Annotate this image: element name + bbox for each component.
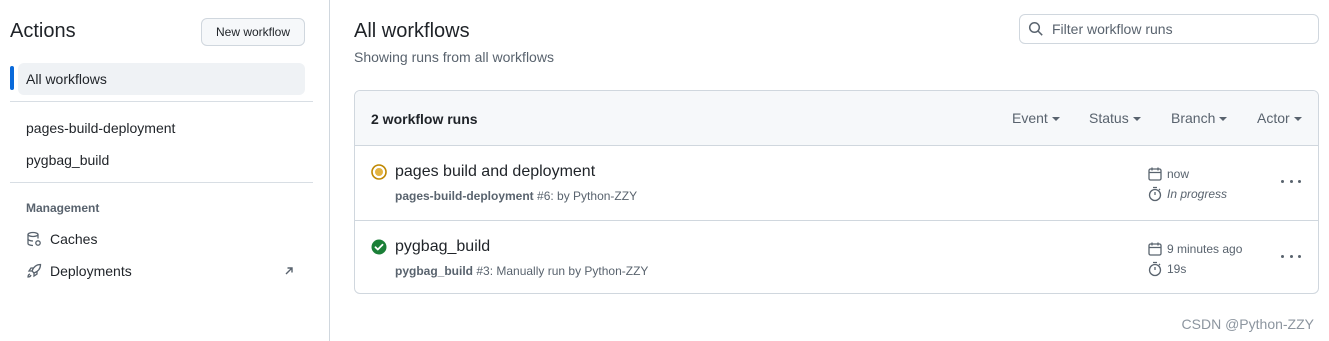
run-duration: 19s — [1147, 261, 1186, 277]
active-indicator — [10, 66, 14, 90]
in-progress-status-icon — [371, 164, 387, 180]
run-timestamp: now — [1147, 166, 1189, 182]
caret-down-icon — [1293, 117, 1302, 121]
caret-down-icon — [1051, 117, 1060, 121]
workflow-runs-list: 2 workflow runs Event Status Branch Acto… — [354, 90, 1319, 294]
status-filter-label: Status — [1089, 110, 1129, 126]
branch-filter-label: Branch — [1171, 110, 1216, 126]
branch-filter-dropdown[interactable]: Branch — [1171, 110, 1228, 126]
status-filter-dropdown[interactable]: Status — [1089, 110, 1141, 126]
run-title[interactable]: pages build and deployment — [395, 163, 595, 181]
runs-count: 2 workflow runs — [371, 111, 478, 127]
run-options-kebab-icon[interactable] — [1281, 173, 1301, 189]
event-filter-label: Event — [1012, 110, 1048, 126]
sidebar-divider — [10, 182, 313, 183]
run-detail: #3: Manually run by Python-ZZY — [476, 264, 649, 278]
run-when: 9 minutes ago — [1167, 242, 1243, 256]
management-heading: Management — [26, 201, 100, 215]
sidebar-item-pygbag-build[interactable]: pygbag_build — [26, 152, 109, 168]
run-duration-text: In progress — [1167, 187, 1228, 201]
sidebar-item-deployments[interactable]: Deployments — [26, 263, 132, 279]
search-icon — [1028, 21, 1043, 36]
runs-list-header: 2 workflow runs Event Status Branch Acto… — [355, 91, 1318, 146]
event-filter-dropdown[interactable]: Event — [1012, 110, 1060, 126]
sidebar-item-caches[interactable]: Caches — [26, 231, 97, 247]
run-detail: #6: by Python-ZZY — [537, 189, 638, 203]
run-duration: In progress — [1147, 186, 1227, 202]
watermark: CSDN @Python-ZZY — [1181, 316, 1314, 332]
run-title[interactable]: pygbag_build — [395, 238, 490, 256]
page-subtitle: Showing runs from all workflows — [354, 49, 554, 65]
caret-down-icon — [1219, 117, 1228, 121]
new-workflow-button[interactable]: New workflow — [201, 18, 305, 46]
filter-runs-field[interactable] — [1019, 14, 1319, 44]
sidebar-title: Actions — [10, 20, 76, 42]
sidebar-item-all-workflows[interactable]: All workflows — [18, 63, 305, 95]
actor-filter-dropdown[interactable]: Actor — [1257, 110, 1302, 126]
calendar-icon — [1148, 167, 1162, 181]
page-title: All workflows — [354, 20, 470, 42]
run-meta: pages-build-deployment #6: by Python-ZZY — [395, 189, 637, 203]
run-when: now — [1167, 167, 1190, 181]
success-check-icon — [371, 239, 387, 255]
rocket-icon — [27, 263, 42, 278]
caret-down-icon — [1132, 117, 1141, 121]
database-icon — [27, 231, 41, 247]
caches-label: Caches — [50, 231, 98, 247]
workflow-run-row[interactable]: pages build and deployment pages-build-d… — [355, 146, 1318, 220]
run-meta: pygbag_build #3: Manually run by Python-… — [395, 264, 648, 278]
sidebar: Actions New workflow All workflows pages… — [0, 0, 330, 341]
deployments-label: Deployments — [50, 263, 132, 279]
external-link-icon[interactable] — [283, 265, 295, 277]
sidebar-item-pages-build-deployment[interactable]: pages-build-deployment — [26, 120, 175, 136]
run-duration-text: 19s — [1167, 262, 1187, 276]
stopwatch-icon — [1148, 186, 1162, 202]
run-workflow-name[interactable]: pages-build-deployment — [395, 189, 534, 203]
filter-runs-input[interactable] — [1052, 21, 1312, 37]
calendar-icon — [1148, 242, 1162, 256]
workflow-run-row[interactable]: pygbag_build pygbag_build #3: Manually r… — [355, 220, 1318, 293]
run-options-kebab-icon[interactable] — [1281, 248, 1301, 264]
stopwatch-icon — [1148, 261, 1162, 277]
sidebar-divider — [10, 101, 313, 102]
run-workflow-name[interactable]: pygbag_build — [395, 264, 473, 278]
actor-filter-label: Actor — [1257, 110, 1290, 126]
run-timestamp: 9 minutes ago — [1147, 241, 1242, 257]
